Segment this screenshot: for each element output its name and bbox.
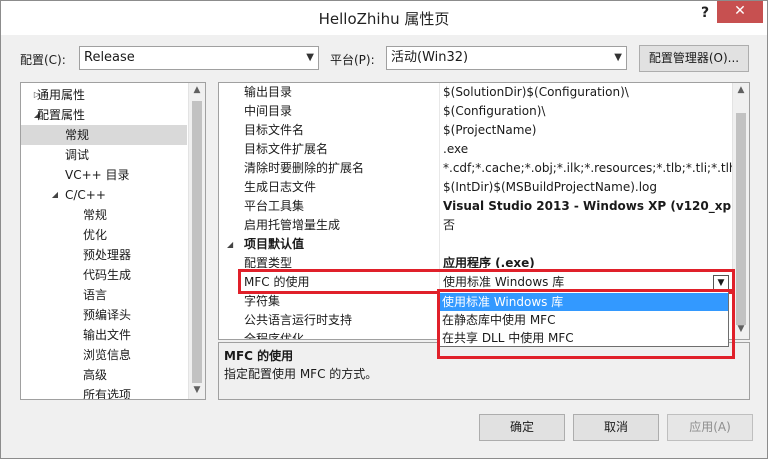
tree-scrollbar[interactable]: ▲ ▼ <box>188 83 205 399</box>
property-tree: ▷ 通用属性 ◢ 配置属性 常规 调试 VC++ 目录 ◢ C/C++ 常规 优化 预处理器 代码生成语… <box>20 82 206 400</box>
config-value: Release <box>84 50 135 65</box>
config-label: 配置(C): <box>20 53 66 67</box>
property-row[interactable]: 清除时要删除的扩展名 *.cdf;*.cache;*.obj;*.ilk;*.re… <box>219 159 749 178</box>
property-row[interactable]: 启用托管增量生成 否 <box>219 216 733 235</box>
config-combo[interactable]: Release ▼ <box>79 46 319 70</box>
property-name: 生成日志文件 <box>244 180 317 194</box>
tree-item[interactable]: ◢ 配置属性 <box>21 105 187 125</box>
tree-item[interactable]: 常规 <box>21 125 187 145</box>
window-title: HelloZhihu 属性页 <box>318 10 450 28</box>
scroll-thumb[interactable] <box>736 113 746 325</box>
property-name: 字符集 <box>244 294 281 308</box>
tree-item-label: 常规 <box>83 208 108 222</box>
tree-item-label: 浏览信息 <box>83 348 132 362</box>
tree-item[interactable]: 高级 <box>21 365 187 385</box>
property-name: 目标文件扩展名 <box>244 142 329 156</box>
section-header[interactable]: ◢ 项目默认值 <box>219 235 733 254</box>
scroll-up-icon[interactable]: ▲ <box>189 85 205 95</box>
property-name: 清除时要删除的扩展名 <box>244 161 365 175</box>
tree-item[interactable]: 预编译头 <box>21 305 187 325</box>
close-icon: ✕ <box>734 3 746 19</box>
tree-item[interactable]: 优化 <box>21 225 187 245</box>
close-button[interactable]: ✕ <box>717 1 763 23</box>
help-button[interactable]: ? <box>695 5 715 25</box>
tree-item[interactable]: 调试 <box>21 145 187 165</box>
property-name: 输出目录 <box>244 85 293 99</box>
collapse-icon[interactable]: ◢ <box>49 185 61 205</box>
tree-item-label: C/C++ <box>65 188 106 202</box>
property-value: $(Configuration)\ <box>443 104 546 118</box>
scroll-thumb[interactable] <box>192 101 202 383</box>
tree-item[interactable]: 预处理器 <box>21 245 187 265</box>
property-name: 目标文件名 <box>244 123 305 137</box>
tree-item[interactable]: ◢ C/C++ <box>21 185 187 205</box>
tree-item-label: 输出文件 <box>83 328 132 342</box>
scroll-down-icon[interactable]: ▼ <box>733 324 749 334</box>
tree-item-label: 常规 <box>65 128 90 142</box>
section-title: 项目默认值 <box>244 237 305 251</box>
tree-item-label: 通用属性 <box>37 88 86 102</box>
tree-item-label: 语言 <box>83 288 108 302</box>
tree-item-label: VC++ 目录 <box>65 168 130 182</box>
description-title: MFC 的使用 <box>224 349 294 363</box>
property-pages-dialog: HelloZhihu 属性页 ? ✕ 配置(C): Release ▼ 平台(P… <box>0 0 768 459</box>
property-row[interactable]: 生成日志文件 $(IntDir)$(MSBuildProjectName).log <box>219 178 733 197</box>
highlight-box <box>437 289 735 359</box>
property-name: 配置类型 <box>244 256 293 268</box>
property-value: *.cdf;*.cache;*.obj;*.ilk;*.resources;*.… <box>443 161 750 175</box>
collapse-icon[interactable]: ◢ <box>227 235 233 254</box>
tree-item[interactable]: 常规 <box>21 205 187 225</box>
property-value: .exe <box>443 142 469 156</box>
property-row[interactable]: 平台工具集 Visual Studio 2013 - Windows XP (v1… <box>219 197 737 216</box>
platform-combo[interactable]: 活动(Win32) ▼ <box>386 46 627 70</box>
tree-item[interactable]: 语言 <box>21 285 187 305</box>
tree-item-label: 调试 <box>65 148 90 162</box>
ok-button[interactable]: 确定 <box>479 414 565 441</box>
title-bar: HelloZhihu 属性页 ? ✕ <box>1 1 767 35</box>
config-manager-button[interactable]: 配置管理器(O)... <box>639 45 749 72</box>
tree-item-label: 所有选项 <box>83 388 132 400</box>
property-row[interactable]: 配置类型 应用程序 (.exe) <box>219 254 733 268</box>
tree-item[interactable]: 浏览信息 <box>21 345 187 365</box>
property-row[interactable]: 目标文件扩展名 .exe <box>219 140 733 159</box>
chevron-down-icon: ▼ <box>306 52 314 63</box>
scroll-up-icon[interactable]: ▲ <box>733 85 749 95</box>
property-row[interactable]: 输出目录 $(SolutionDir)$(Configuration)\ <box>219 83 733 102</box>
tree-item-label: 预编译头 <box>83 308 132 322</box>
tree-item-label: 高级 <box>83 368 108 382</box>
tree-item-label: 预处理器 <box>83 248 132 262</box>
cancel-button[interactable]: 取消 <box>573 414 659 441</box>
apply-button[interactable]: 应用(A) <box>667 414 753 441</box>
tree-item[interactable]: ▷ 通用属性 <box>21 85 187 105</box>
tree-item-label: 代码生成 <box>83 268 132 282</box>
chevron-down-icon: ▼ <box>614 52 622 63</box>
tree-item[interactable]: VC++ 目录 <box>21 165 187 185</box>
platform-label: 平台(P): <box>330 53 375 67</box>
platform-value: 活动(Win32) <box>391 50 469 65</box>
tree-item[interactable]: 所有选项 <box>21 385 187 400</box>
property-name: 启用托管增量生成 <box>244 218 341 232</box>
description-text: 指定配置使用 MFC 的方式。 <box>224 367 378 381</box>
tree-item-label: 配置属性 <box>37 108 86 122</box>
property-row[interactable]: 目标文件名 $(ProjectName) <box>219 121 733 140</box>
property-value: 应用程序 (.exe) <box>443 256 535 268</box>
property-value: $(ProjectName) <box>443 123 537 137</box>
property-name: 全程序优化 <box>244 332 305 339</box>
tree-item-label: 优化 <box>83 228 108 242</box>
property-value: $(SolutionDir)$(Configuration)\ <box>443 85 629 99</box>
property-value: Visual Studio 2013 - Windows XP (v120_xp… <box>443 199 737 213</box>
tree-item[interactable]: 输出文件 <box>21 325 187 345</box>
property-name: 公共语言运行时支持 <box>244 313 353 327</box>
scroll-down-icon[interactable]: ▼ <box>189 385 205 395</box>
property-name: 平台工具集 <box>244 199 305 213</box>
property-name: 中间目录 <box>244 104 293 118</box>
property-value: $(IntDir)$(MSBuildProjectName).log <box>443 180 658 194</box>
tree-item[interactable]: 代码生成 <box>21 265 187 285</box>
property-value: 否 <box>443 218 456 232</box>
property-row[interactable]: 中间目录 $(Configuration)\ <box>219 102 733 121</box>
